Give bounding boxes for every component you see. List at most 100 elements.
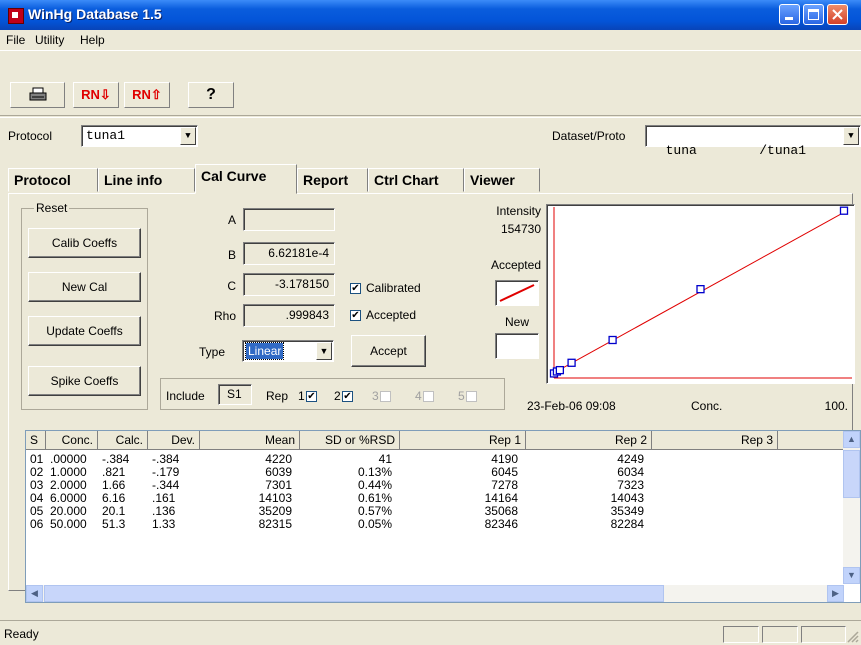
tab-ctrl-chart[interactable]: Ctrl Chart [368,168,464,192]
table-cell: .161 [152,491,176,505]
hscroll-thumb[interactable] [44,585,664,602]
print-button[interactable] [10,82,65,108]
close-button[interactable] [827,4,848,25]
scroll-right-icon[interactable]: ▶ [827,585,844,602]
table-cell: 35349 [610,504,644,518]
c-field: -3.178150 [243,273,335,296]
table-cell: 6034 [617,465,644,479]
table-cell: 6.16 [102,491,126,505]
status-panel-2 [762,626,798,643]
rn-up-button[interactable]: RN⇧ [124,82,170,108]
menu-file[interactable]: File [6,33,25,47]
calibration-table[interactable]: S Conc. Calc. Dev. Mean SD or %RSD Rep 1 Rep 2R… [25,430,861,603]
chevron-down-icon[interactable]: ▼ [843,127,859,145]
new-legend-swatch [495,333,539,359]
table-cell: 0.61% [357,491,392,505]
table-cell: 05 [30,504,44,518]
menu-help[interactable]: Help [80,33,105,47]
minimize-button[interactable] [779,4,800,25]
rep2-label: 2 [334,389,341,403]
calib-coeffs-button[interactable]: Calib Coeffs [28,228,141,258]
type-select[interactable]: Linear ▼ [242,340,334,362]
tab-protocol[interactable]: Protocol [8,168,98,192]
vertical-scrollbar[interactable]: ▲ ▼ [843,431,860,584]
calibrated-checkbox[interactable]: ✔ [350,283,361,294]
table-cell: 03 [30,478,44,492]
c-label: C [227,279,236,293]
tab-cal-curve[interactable]: Cal Curve [195,164,297,194]
table-row[interactable]: 03 2.0000 1.66 -.344 7301 0.44% 7278 7323 [26,478,844,492]
maximize-icon [808,9,819,20]
table-cell: 1.66 [102,478,126,492]
rep5-label: 5 [458,389,465,403]
table-cell: 7323 [617,478,644,492]
maximize-button[interactable] [803,4,824,25]
chart-x-max-label: 100. [824,399,848,413]
rep1-label: 1 [298,389,305,403]
column-header[interactable]: Calc. [98,431,148,450]
column-header-filler [778,431,844,450]
tab-line-info[interactable]: Line info [98,168,195,192]
table-cell: 02 [30,465,44,479]
table-cell: 35209 [258,504,292,518]
minimize-icon [785,17,793,20]
accept-button[interactable]: Accept [351,335,426,367]
column-header[interactable]: S [26,431,46,450]
column-header[interactable]: Mean [200,431,300,450]
table-row[interactable]: 02 1.0000 .821 -.179 6039 0.13% 6045 6034 [26,465,844,479]
accepted-checkbox[interactable]: ✔ [350,310,361,321]
chevron-down-icon[interactable]: ▼ [180,127,196,145]
scroll-up-icon[interactable]: ▲ [843,431,860,448]
table-cell: 0.05% [357,517,392,531]
data-point [567,358,576,367]
a-field [243,208,335,231]
protocol-value: tuna1 [86,128,126,143]
table-row[interactable]: 04 6.0000 6.16 .161 14103 0.61% 14164 14043 [26,491,844,505]
scroll-thumb[interactable] [843,450,860,498]
update-coeffs-button[interactable]: Update Coeffs [28,316,141,346]
rep-label: Rep [266,389,289,403]
protocol-select[interactable]: tuna1 ▼ [81,125,198,147]
chevron-down-icon[interactable]: ▼ [316,342,332,360]
rep2-checkbox[interactable]: ✔ [342,391,353,402]
scroll-down-icon[interactable]: ▼ [843,567,860,584]
table-cell: 14164 [484,491,518,505]
table-cell: 6.0000 [50,491,87,505]
help-button[interactable]: ? [188,82,234,108]
rn-down-button[interactable]: RN⇩ [73,82,119,108]
column-header[interactable]: SD or %RSD [300,431,400,450]
scroll-left-icon[interactable]: ◀ [26,585,43,602]
dataset-select[interactable]: tuna /tuna1 ▼ [645,125,861,158]
dataset-label: Dataset/Proto [552,129,626,143]
rep1-checkbox[interactable]: ✔ [306,391,317,402]
column-header[interactable]: Dev. [148,431,200,450]
tab-viewer[interactable]: Viewer [464,168,540,192]
table-row[interactable]: 05 20.000 20.1 .136 35209 0.57% 35068 35349 [26,504,844,518]
b-field: 6.62181e-4 [243,242,335,265]
table-row[interactable]: 01 .00000 -.384 -.384 4220 41 4190 4249 [26,452,844,466]
data-point [608,335,617,345]
table-row[interactable]: 06 50.000 51.3 1.33 82315 0.05% 82346 82284 [26,517,844,531]
menu-utility[interactable]: Utility [35,33,64,47]
resize-grip-icon[interactable] [846,630,860,644]
table-cell: 82284 [610,517,644,531]
printer-icon [29,87,46,101]
column-header[interactable]: Rep 3 [652,431,778,450]
horizontal-scrollbar[interactable]: ◀ ▶ [26,585,844,602]
dataset-value: tuna /tuna1 [665,143,807,158]
new-cal-button[interactable]: New Cal [28,272,141,302]
menu-bar [0,30,861,51]
column-header[interactable]: Rep 2 [526,431,652,450]
row-divider [0,117,861,118]
table-cell: 14103 [258,491,292,505]
accepted-legend-label: Accepted [490,258,541,272]
accepted-legend-swatch [495,280,539,306]
column-header[interactable]: Conc. [46,431,98,450]
spike-coeffs-button[interactable]: Spike Coeffs [28,366,141,396]
table-cell: 20.000 [50,504,87,518]
data-point [555,365,565,375]
column-header[interactable]: Rep 1 [400,431,526,450]
tab-report[interactable]: Report [297,168,368,192]
table-cell: 0.57% [357,504,392,518]
protocol-label: Protocol [8,129,53,143]
